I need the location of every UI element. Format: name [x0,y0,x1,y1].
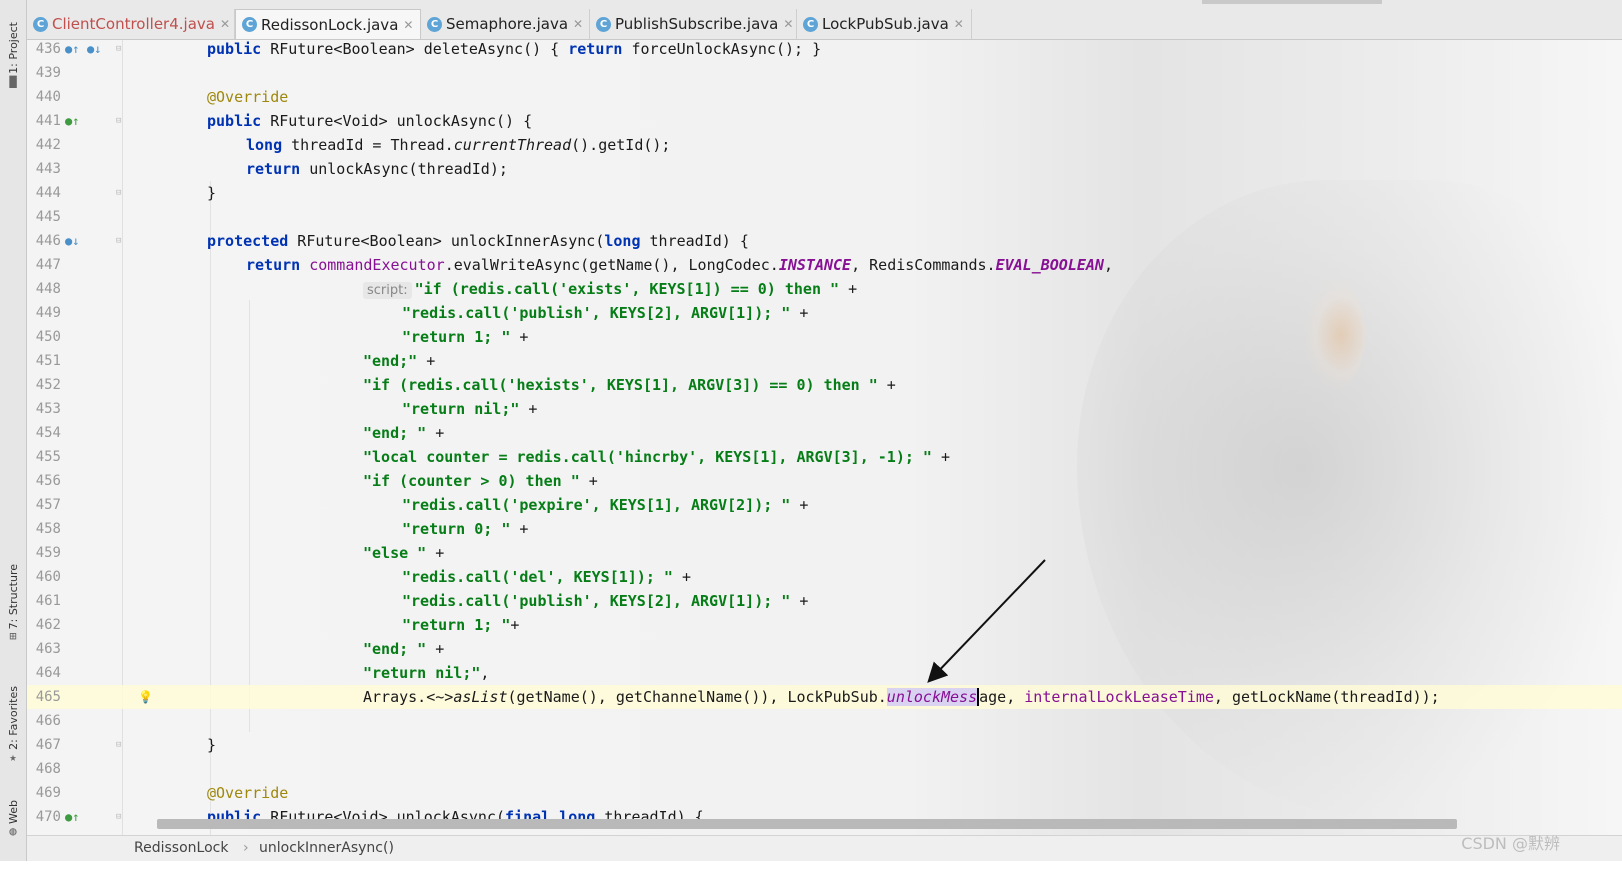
java-class-icon: C [803,16,818,32]
breadcrumb: RedissonLock › unlockInnerAsync() [27,835,1622,861]
window-bottom [0,861,1622,890]
tab-label: Semaphore.java [446,15,569,33]
project-panel-label: 1: Project [6,22,20,74]
java-class-icon: C [242,17,257,32]
tab-redissonlock[interactable]: C RedissonLock.java ✕ [235,9,421,39]
star-icon: ★ [9,749,17,764]
java-class-icon: C [427,16,442,32]
close-icon[interactable]: ✕ [220,17,230,31]
folder-icon: ▇ [9,73,17,88]
close-icon[interactable]: ✕ [783,17,793,31]
breadcrumb-class[interactable]: RedissonLock [134,840,228,856]
structure-panel-label: 7: Structure [6,564,20,630]
tab-label: ClientController4.java [52,15,215,33]
watermark: CSDN @默辨 [1461,834,1560,853]
web-panel-label: Web [6,800,20,824]
tab-bar-scroll-indicator [1202,0,1382,4]
breadcrumb-method[interactable]: unlockInnerAsync() [259,840,394,856]
java-class-icon: C [596,16,611,32]
annotation-arrow [927,559,1046,683]
favorites-panel-tab[interactable]: 2: Favorites ★ [3,686,23,764]
tab-semaphore[interactable]: C Semaphore.java ✕ [421,9,590,39]
horizontal-scrollbar-thumb[interactable] [157,819,1457,829]
tab-clientcontroller4[interactable]: C ClientController4.java ✕ [27,9,235,39]
structure-panel-tab[interactable]: 7: Structure ⊞ [3,564,23,643]
project-panel-tab[interactable]: 1: Project ▇ [3,22,23,88]
tab-label: PublishSubscribe.java [615,15,779,33]
close-icon[interactable]: ✕ [954,17,964,31]
tab-lockpubsub[interactable]: C LockPubSub.java ✕ [797,9,972,39]
favorites-panel-label: 2: Favorites [6,686,20,750]
editor-tab-bar: C ClientController4.java ✕ C RedissonLock.ja… [27,0,1622,41]
tab-label: LockPubSub.java [822,15,949,33]
close-icon[interactable]: ✕ [573,17,583,31]
web-icon: ◍ [9,823,17,838]
java-class-icon: C [33,16,48,32]
tab-publishsubscribe[interactable]: C PublishSubscribe.java ✕ [590,9,797,39]
close-icon[interactable]: ✕ [403,18,413,32]
tab-label: RedissonLock.java [261,15,399,34]
web-panel-tab[interactable]: Web ◍ [3,800,23,838]
tool-window-strip: 1: Project ▇ 7: Structure ⊞ 2: Favorites… [0,0,27,890]
structure-icon: ⊞ [9,629,17,644]
code-editor[interactable]: 436 ●↑ ●↓ ⊟ public RFuture<Boolean> deleteAs… [27,40,1622,835]
breadcrumb-separator: › [243,840,249,856]
